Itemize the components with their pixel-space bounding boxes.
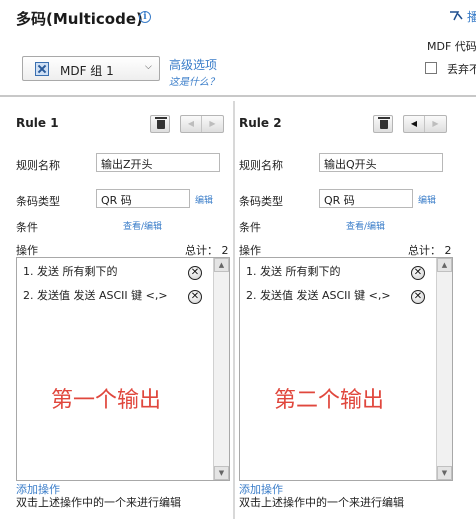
trash-icon: [155, 117, 167, 129]
condition-label: 条件: [239, 221, 261, 234]
operation-item[interactable]: 1. 发送 所有剩下的: [246, 263, 341, 279]
info-icon[interactable]: i: [139, 11, 151, 23]
rule-title: Rule 2: [239, 116, 282, 130]
rule-nav-buttons: ◀ ▶: [180, 115, 224, 133]
move-right-button[interactable]: ▶: [202, 116, 223, 132]
delete-rule-button[interactable]: [373, 115, 393, 133]
operations-total: 总计： 2: [408, 244, 452, 257]
mdf-code-label: MDF 代码: [427, 40, 476, 53]
rule-name-label: 规则名称: [239, 159, 283, 172]
edit-hint: 双击上述操作中的一个来进行编辑: [16, 496, 181, 509]
operations-list[interactable]: 1. 发送 所有剩下的 2. 发送值 发送 ASCII 键 <,> ✕ ✕ 第一…: [16, 257, 230, 481]
output-annotation: 第一个输出: [51, 388, 162, 413]
move-right-button[interactable]: ▶: [425, 116, 446, 132]
rule-name-input[interactable]: 输出Z开头: [96, 153, 220, 172]
trash-icon: [378, 117, 390, 129]
rule-panel-1: Rule 1 ◀ ▶ 规则名称 输出Z开头 条码类型 QR 码 编辑 条件 查看…: [14, 103, 234, 513]
page-title: 多码(Multicode): [16, 10, 143, 28]
operation-item[interactable]: 1. 发送 所有剩下的: [23, 263, 118, 279]
advanced-options-link[interactable]: 高级选项: [169, 56, 217, 73]
rule-nav-buttons: ◀ ▶: [403, 115, 447, 133]
edit-barcode-type-link[interactable]: 编辑: [418, 193, 436, 206]
scroll-up-icon[interactable]: ▲: [437, 258, 452, 272]
operations-label: 操作: [239, 244, 261, 257]
header-divider: [0, 95, 476, 97]
edit-hint: 双击上述操作中的一个来进行编辑: [239, 496, 404, 509]
rule-name-label: 规则名称: [16, 159, 60, 172]
operation-item[interactable]: 2. 发送值 发送 ASCII 键 <,>: [23, 287, 168, 303]
view-edit-condition-link[interactable]: 查看/编辑: [346, 219, 385, 232]
mdf-group-select[interactable]: MDF 组 1 ⌵: [22, 56, 160, 81]
edit-barcode-type-link[interactable]: 编辑: [195, 193, 213, 206]
top-right-link[interactable]: 播: [467, 8, 476, 25]
output-annotation: 第二个输出: [274, 388, 385, 413]
scroll-down-icon[interactable]: ▼: [214, 466, 229, 480]
rule-title: Rule 1: [16, 116, 59, 130]
delete-rule-button[interactable]: [150, 115, 170, 133]
barcode-type-label: 条码类型: [239, 195, 283, 208]
mdf-group-icon: [35, 62, 49, 76]
rule-name-input[interactable]: 输出Q开头: [319, 153, 443, 172]
barcode-type-field[interactable]: QR 码: [96, 189, 190, 208]
mdf-group-value: MDF 组 1: [60, 64, 114, 78]
operations-total: 总计： 2: [185, 244, 229, 257]
operations-label: 操作: [16, 244, 38, 257]
vertical-scrollbar[interactable]: ▲ ▼: [436, 258, 452, 480]
discard-label: 丢弃不: [447, 63, 476, 76]
what-is-this-link[interactable]: 这是什么？: [169, 73, 219, 88]
rule-panel-2: Rule 2 ◀ ▶ 规则名称 输出Q开头 条码类型 QR 码 编辑 条件 查看…: [237, 103, 457, 513]
chevron-down-icon: ⌵: [145, 62, 152, 72]
remove-operation-icon[interactable]: ✕: [411, 266, 425, 280]
operations-list[interactable]: 1. 发送 所有剩下的 2. 发送值 发送 ASCII 键 <,> ✕ ✕ 第二…: [239, 257, 453, 481]
barcode-type-field[interactable]: QR 码: [319, 189, 413, 208]
move-left-button[interactable]: ◀: [181, 116, 202, 132]
barcode-type-label: 条码类型: [16, 195, 60, 208]
discard-checkbox[interactable]: [425, 62, 437, 74]
condition-label: 条件: [16, 221, 38, 234]
remove-operation-icon[interactable]: ✕: [188, 290, 202, 304]
operation-item[interactable]: 2. 发送值 发送 ASCII 键 <,>: [246, 287, 391, 303]
remove-operation-icon[interactable]: ✕: [411, 290, 425, 304]
print-setup-icon[interactable]: [449, 10, 463, 22]
scroll-up-icon[interactable]: ▲: [214, 258, 229, 272]
remove-operation-icon[interactable]: ✕: [188, 266, 202, 280]
vertical-scrollbar[interactable]: ▲ ▼: [213, 258, 229, 480]
move-left-button[interactable]: ◀: [404, 116, 425, 132]
scroll-down-icon[interactable]: ▼: [437, 466, 452, 480]
view-edit-condition-link[interactable]: 查看/编辑: [123, 219, 162, 232]
